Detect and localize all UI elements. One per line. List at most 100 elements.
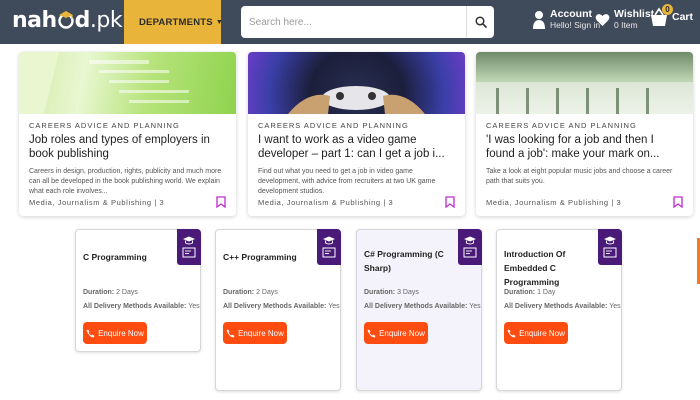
- enquire-now-button[interactable]: Enquire Now: [364, 322, 428, 344]
- course-duration: Duration: 2 Days: [83, 289, 138, 296]
- blog-category: CAREERS ADVICE AND PLANNING: [29, 121, 180, 130]
- course-card[interactable]: C# Programming (C Sharp) Duration: 3 Day…: [356, 229, 482, 391]
- blog-card[interactable]: CAREERS ADVICE AND PLANNING Job roles an…: [19, 52, 236, 216]
- cart-count-badge: 0: [662, 4, 673, 15]
- search-input[interactable]: [241, 6, 466, 38]
- course-title: C++ Programming: [223, 252, 297, 262]
- user-icon: [533, 10, 545, 29]
- blog-image-gaming: [248, 52, 465, 114]
- course-badge: [598, 229, 622, 265]
- search-bar: [241, 6, 494, 38]
- course-duration-value: 2 Days: [116, 289, 138, 296]
- bookmark-icon[interactable]: [445, 196, 455, 208]
- certificate-icon: [603, 247, 617, 258]
- blog-card[interactable]: CAREERS ADVICE AND PLANNING I want to wo…: [248, 52, 465, 216]
- bookmark-icon[interactable]: [673, 196, 683, 208]
- blog-title[interactable]: 'I was looking for a job and then I foun…: [486, 134, 683, 162]
- enquire-now-label: Enquire Now: [519, 328, 565, 338]
- graduation-cap-icon: [323, 236, 335, 245]
- blog-title[interactable]: I want to work as a video game developer…: [258, 134, 455, 162]
- enquire-now-button[interactable]: Enquire Now: [223, 322, 287, 344]
- course-badge: [458, 229, 482, 265]
- course-delivery: All Delivery Methods Available: Yes: [223, 303, 340, 310]
- certificate-icon: [182, 247, 196, 258]
- course-card[interactable]: Introduction Of Embedded C Programming D…: [496, 229, 622, 391]
- course-delivery-value: Yes: [188, 303, 200, 310]
- enquire-now-button[interactable]: Enquire Now: [504, 322, 568, 344]
- cart-link[interactable]: 0 Cart: [650, 4, 694, 28]
- course-delivery-value: Yes: [328, 303, 340, 310]
- blog-meta: Media, Journalism & Publishing | 3: [29, 197, 165, 207]
- course-duration: Duration: 2 Days: [223, 289, 278, 296]
- enquire-now-label: Enquire Now: [238, 328, 284, 338]
- blog-meta: Media, Journalism & Publishing | 3: [258, 197, 394, 207]
- phone-icon: [86, 329, 95, 337]
- blog-meta: Media, Journalism & Publishing | 3: [486, 197, 622, 207]
- certificate-icon: [322, 247, 336, 258]
- course-delivery-label: All Delivery Methods Available:: [364, 303, 468, 310]
- search-button[interactable]: [466, 6, 494, 38]
- course-delivery-label: All Delivery Methods Available:: [83, 303, 187, 310]
- search-icon: [474, 16, 487, 28]
- blog-excerpt: Careers in design, production, rights, p…: [29, 168, 222, 195]
- cart-label: Cart: [672, 11, 694, 23]
- course-card[interactable]: C++ Programming Duration: 2 Days All Del…: [215, 229, 341, 391]
- graduation-cap-icon: [464, 236, 476, 245]
- wishlist-count: 0 Item: [614, 20, 638, 30]
- account-subtitle: Hello! Sign in: [550, 20, 601, 30]
- top-header: nahd.pk DEPARTMENTS ▼ Account Hello! Sig…: [0, 0, 700, 44]
- course-duration-label: Duration:: [504, 289, 536, 296]
- course-badge: [317, 229, 341, 265]
- departments-label: DEPARTMENTS: [139, 16, 213, 28]
- caret-down-icon: ▼: [215, 18, 223, 26]
- blog-category: CAREERS ADVICE AND PLANNING: [258, 121, 409, 130]
- course-delivery: All Delivery Methods Available: Yes: [83, 303, 200, 310]
- course-title: Introduction Of Embedded C Programming: [504, 249, 566, 287]
- blog-excerpt: Take a look at eight popular music jobs …: [486, 168, 673, 185]
- enquire-now-button[interactable]: Enquire Now: [83, 322, 147, 344]
- site-logo[interactable]: nah d.pk: [12, 7, 123, 33]
- course-delivery: All Delivery Methods Available: Yes: [364, 303, 481, 310]
- blog-category: CAREERS ADVICE AND PLANNING: [486, 121, 637, 130]
- blog-card[interactable]: CAREERS ADVICE AND PLANNING 'I was looki…: [476, 52, 693, 216]
- wishlist-link[interactable]: Wishlist 0 Item: [595, 8, 654, 31]
- course-delivery-value: Yes: [469, 303, 481, 310]
- logo-text-left: nah: [12, 8, 57, 33]
- course-title: C Programming: [83, 252, 147, 262]
- logo-suffix: .pk: [89, 8, 123, 33]
- wishlist-title: Wishlist: [614, 8, 655, 20]
- graduation-cap-icon: [183, 236, 195, 245]
- course-duration: Duration: 1 Day: [504, 289, 555, 296]
- phone-icon: [367, 329, 376, 337]
- logo-hat-icon: [57, 11, 74, 29]
- departments-menu-button[interactable]: DEPARTMENTS ▼: [124, 0, 223, 44]
- course-delivery-label: All Delivery Methods Available:: [504, 303, 608, 310]
- enquire-now-label: Enquire Now: [98, 328, 144, 338]
- certificate-icon: [463, 247, 477, 258]
- phone-icon: [226, 329, 235, 337]
- course-card[interactable]: C Programming Duration: 2 Days All Deliv…: [75, 229, 201, 352]
- graduation-cap-icon: [604, 236, 616, 245]
- course-duration-label: Duration:: [364, 289, 396, 296]
- blog-image-books: [19, 52, 236, 114]
- account-title: Account: [550, 8, 592, 20]
- course-title: C# Programming (C Sharp): [364, 249, 444, 273]
- bookmark-icon[interactable]: [216, 196, 226, 208]
- account-link[interactable]: Account Hello! Sign in: [532, 8, 600, 31]
- course-badge: [177, 229, 201, 265]
- blog-title[interactable]: Job roles and types of employers in book…: [29, 134, 226, 162]
- course-duration-value: 2 Days: [256, 289, 278, 296]
- course-duration-label: Duration:: [223, 289, 255, 296]
- course-duration: Duration: 3 Days: [364, 289, 419, 296]
- course-duration-value: 1 Day: [537, 289, 556, 296]
- phone-icon: [507, 329, 516, 337]
- course-delivery-label: All Delivery Methods Available:: [223, 303, 327, 310]
- blog-excerpt: Find out what you need to get a job in v…: [258, 168, 436, 195]
- blog-image-music: [476, 52, 693, 114]
- logo-text-right: d: [74, 8, 91, 33]
- course-duration-value: 3 Days: [397, 289, 419, 296]
- enquire-now-label: Enquire Now: [379, 328, 425, 338]
- course-delivery: All Delivery Methods Available: Yes: [504, 303, 621, 310]
- heart-icon: [595, 13, 610, 26]
- course-delivery-value: Yes: [609, 303, 621, 310]
